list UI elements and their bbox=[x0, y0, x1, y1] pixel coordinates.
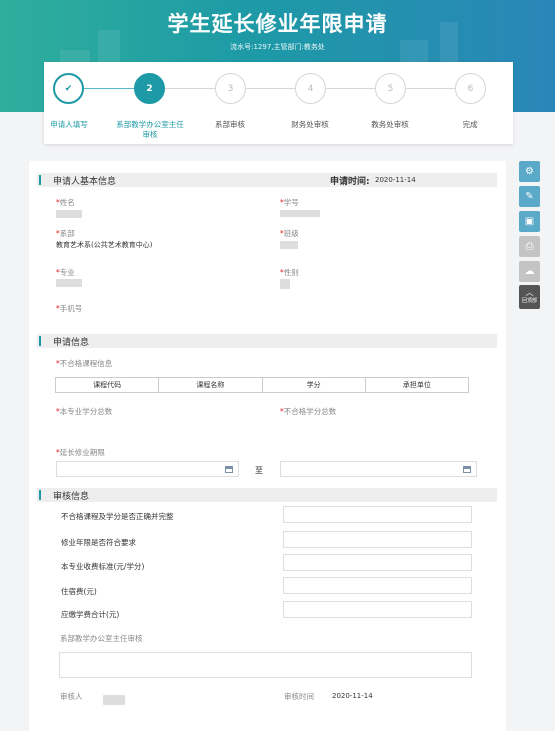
failed-courses-table: 课程代码 课程名称 学分 承担单位 bbox=[55, 377, 469, 393]
step-progress: ✔ 申请人填写 2 系部教学办公室主任审核 3 系部审核 4 财务处审核 5 教… bbox=[44, 62, 513, 144]
step-label: 教务处审核 bbox=[371, 120, 409, 129]
fee-standard-input[interactable] bbox=[283, 554, 472, 571]
section-title: 申请人基本信息 bbox=[53, 177, 117, 187]
section-title: 审核信息 bbox=[53, 492, 90, 502]
section-marker bbox=[39, 175, 41, 185]
gender-value-redacted bbox=[280, 279, 290, 289]
save-icon: ▣ bbox=[524, 216, 535, 227]
page-title: 学生延长修业年限申请 bbox=[167, 12, 388, 36]
section-title: 申请信息 bbox=[53, 338, 90, 348]
form-panel: 申请人基本信息 申请时间: 2020-11-14 *姓名 *学号 *系部 教育艺… bbox=[29, 161, 506, 731]
section-marker bbox=[39, 336, 41, 346]
step-5-indicator: 5 bbox=[375, 73, 406, 104]
total-tuition-input[interactable] bbox=[283, 601, 472, 618]
table-header-cell: 学分 bbox=[263, 378, 366, 392]
step-label: 财务处审核 bbox=[291, 120, 329, 129]
failed-courses-label: *不合格课程信息 bbox=[56, 359, 113, 368]
name-label: *姓名 bbox=[56, 198, 75, 207]
apply-time-value: 2020-11-14 bbox=[375, 176, 416, 184]
date-range-separator: 至 bbox=[255, 466, 263, 475]
workflow-button[interactable]: ⚙ bbox=[519, 161, 540, 182]
step-2-indicator: 2 bbox=[134, 73, 165, 104]
edit-button[interactable]: ✎ bbox=[519, 186, 540, 207]
review-row-label: 本专业收费标准(元/学分) bbox=[61, 562, 145, 571]
reviewer-value-redacted bbox=[103, 695, 125, 705]
extend-period-label: *延长修业期限 bbox=[56, 448, 105, 457]
review-row-label: 住宿费(元) bbox=[61, 587, 97, 596]
student-no-redacted bbox=[280, 210, 320, 217]
step-1-check-icon: ✔ bbox=[53, 73, 84, 104]
reviewer-label: 审核人 bbox=[60, 692, 83, 701]
table-header-cell: 课程代码 bbox=[56, 378, 160, 392]
step-label: 系部教学办公室主任审核 bbox=[116, 120, 184, 139]
table-header-cell: 承担单位 bbox=[402, 381, 431, 389]
print-icon: ⎙ bbox=[525, 241, 534, 252]
failed-credits-label: *不合格学分总数 bbox=[280, 407, 337, 416]
class-value-redacted bbox=[280, 241, 298, 249]
step-label: 完成 bbox=[462, 120, 478, 129]
edit-icon: ✎ bbox=[525, 191, 534, 202]
table-header-cell: 课程名称 bbox=[159, 378, 263, 392]
dept-value: 教育艺术系(公共艺术教育中心) bbox=[56, 241, 153, 249]
page-subtitle: 流水号:1297,主管部门:教务处 bbox=[230, 43, 325, 51]
class-label: *班级 bbox=[280, 229, 299, 238]
review-time-label: 审核时间 bbox=[284, 692, 314, 701]
back-to-top-label: 回顶部 bbox=[521, 298, 537, 304]
major-value-redacted bbox=[56, 279, 82, 287]
extend-end-date-input[interactable] bbox=[280, 461, 477, 477]
accommodation-fee-input[interactable] bbox=[283, 577, 472, 594]
step-6-indicator: 6 bbox=[455, 73, 486, 104]
section-apply-info: 申请信息 bbox=[37, 334, 497, 348]
opinion-textarea[interactable] bbox=[59, 652, 472, 678]
major-credits-label: *本专业学分总数 bbox=[56, 407, 113, 416]
name-value-redacted bbox=[56, 210, 82, 218]
apply-time-label: 申请时间: bbox=[330, 177, 370, 187]
step-3-indicator: 3 bbox=[215, 73, 246, 104]
step-label: 申请人填写 bbox=[50, 120, 88, 129]
cloud-upload-icon: ☁ bbox=[524, 266, 535, 277]
gender-label: *性别 bbox=[280, 268, 299, 277]
back-to-top-button[interactable]: ︿ 回顶部 bbox=[519, 285, 540, 309]
dept-label: *系部 bbox=[56, 229, 75, 238]
opinion-label: 系部教学办公室主任审核 bbox=[60, 634, 143, 643]
step-4-indicator: 4 bbox=[295, 73, 326, 104]
section-marker bbox=[39, 490, 41, 500]
student-no-label: *学号 bbox=[280, 198, 299, 207]
calendar-icon[interactable] bbox=[463, 466, 471, 473]
review-row-label: 修业年限是否符合要求 bbox=[61, 538, 136, 547]
phone-label: *手机号 bbox=[56, 304, 83, 313]
review-row-label: 应缴学费合计(元) bbox=[61, 610, 120, 619]
section-basic-info: 申请人基本信息 申请时间: 2020-11-14 bbox=[37, 173, 497, 187]
print-button[interactable]: ⎙ bbox=[519, 236, 540, 257]
review-time-value: 2020-11-14 bbox=[332, 692, 373, 700]
step-label: 系部审核 bbox=[215, 120, 245, 129]
extend-start-date-input[interactable] bbox=[56, 461, 239, 477]
workflow-icon: ⚙ bbox=[525, 166, 534, 177]
save-button[interactable]: ▣ bbox=[519, 211, 540, 232]
years-valid-input[interactable] bbox=[283, 531, 472, 548]
review-row-label: 不合格课程及学分是否正确并完整 bbox=[61, 512, 174, 521]
calendar-icon[interactable] bbox=[225, 466, 233, 473]
courses-correct-input[interactable] bbox=[283, 506, 472, 523]
section-review-info: 审核信息 bbox=[37, 488, 497, 502]
chevron-up-icon: ︿ bbox=[525, 288, 534, 297]
upload-button[interactable]: ☁ bbox=[519, 261, 540, 282]
major-label: *专业 bbox=[56, 268, 75, 277]
